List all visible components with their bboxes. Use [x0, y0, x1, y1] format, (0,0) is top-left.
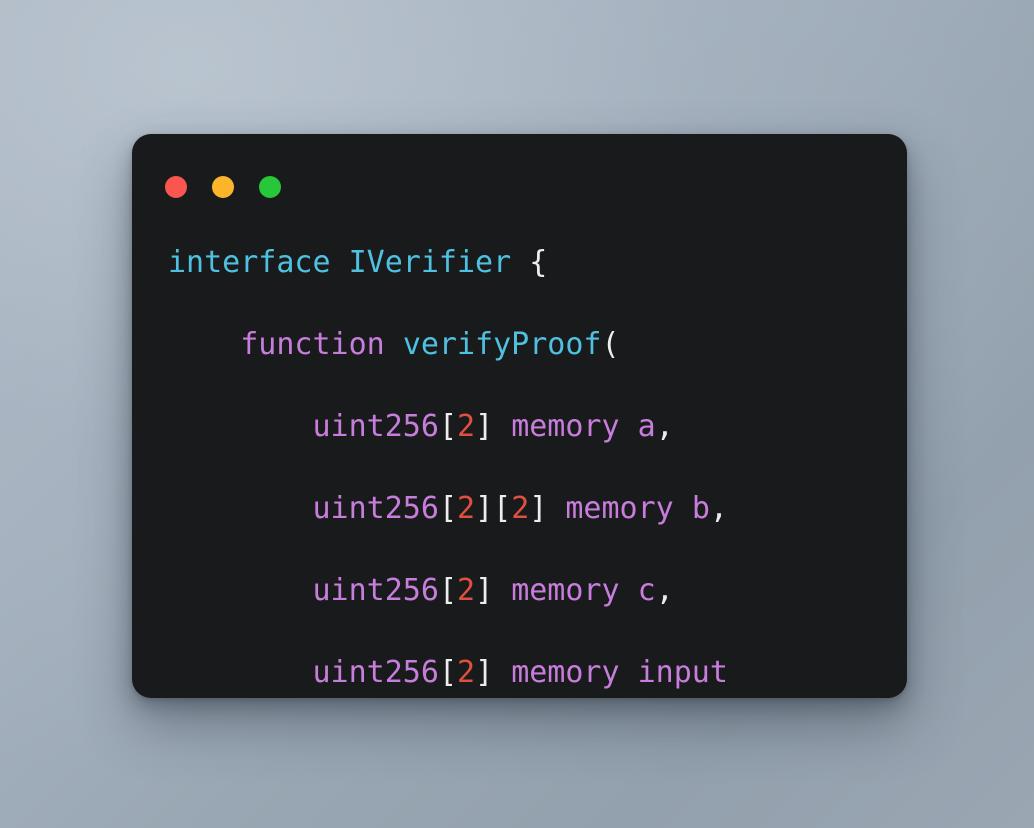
minimize-window-button[interactable]	[212, 176, 234, 198]
code-token: [	[493, 491, 512, 526]
close-window-button[interactable]	[165, 176, 187, 198]
code-token: ,	[655, 409, 674, 444]
code-token: uint256	[312, 491, 439, 526]
code-token: 2	[457, 491, 476, 526]
code-token: a	[637, 409, 656, 444]
code-token: function	[240, 327, 385, 362]
code-snippet-card: interface IVerifier { function verifyPro…	[132, 134, 907, 698]
code-line: uint256[2] memory input	[168, 652, 893, 693]
code-token: 2	[511, 491, 530, 526]
code-token: 2	[457, 409, 476, 444]
code-token: memory	[565, 491, 674, 526]
code-token: ]	[475, 491, 494, 526]
code-token: ]	[475, 409, 494, 444]
code-token: [	[438, 409, 457, 444]
code-token: memory	[511, 409, 620, 444]
code-token: 2	[457, 655, 476, 690]
code-token: b	[691, 491, 710, 526]
code-token: ,	[709, 491, 728, 526]
code-token: uint256	[312, 573, 439, 608]
code-line: uint256[2] memory a,	[168, 406, 893, 447]
code-token: ]	[529, 491, 548, 526]
code-token: [	[438, 655, 457, 690]
code-token: interface	[168, 245, 331, 280]
code-token: verifyProof	[402, 327, 602, 362]
code-token: {	[529, 245, 548, 280]
code-token: IVerifier	[348, 245, 512, 280]
code-token: 2	[457, 573, 476, 608]
code-line: uint256[2][2] memory b,	[168, 488, 893, 529]
maximize-window-button[interactable]	[259, 176, 281, 198]
code-line: uint256[2] memory c,	[168, 570, 893, 611]
code-line: function verifyProof(	[168, 324, 893, 365]
code-token: (	[601, 327, 620, 362]
code-line: interface IVerifier {	[168, 242, 893, 283]
code-token: uint256	[312, 409, 439, 444]
code-token: ,	[655, 573, 674, 608]
code-token: input	[637, 655, 728, 690]
code-token: uint256	[312, 655, 439, 690]
code-token: ]	[475, 655, 494, 690]
window-titlebar	[165, 176, 281, 198]
code-token: memory	[511, 655, 620, 690]
code-token: [	[438, 573, 457, 608]
screenshot-canvas: interface IVerifier { function verifyPro…	[0, 0, 1034, 828]
code-token: ]	[475, 573, 494, 608]
code-area[interactable]: interface IVerifier { function verifyPro…	[168, 242, 893, 690]
code-block[interactable]: interface IVerifier { function verifyPro…	[168, 242, 893, 698]
code-token: c	[637, 573, 656, 608]
code-token: [	[438, 491, 457, 526]
code-token: memory	[511, 573, 620, 608]
